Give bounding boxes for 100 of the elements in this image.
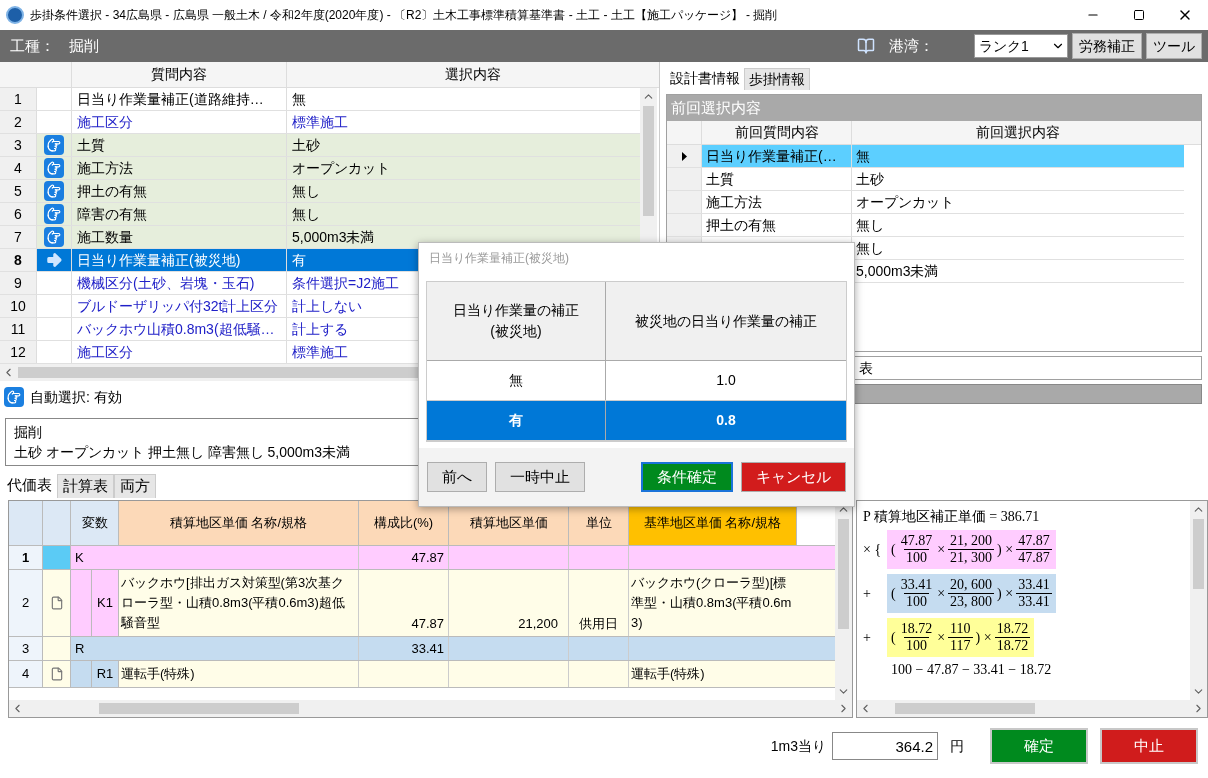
answer-cell-text: 5,000m3未満	[292, 227, 375, 247]
app-logo-icon	[6, 6, 24, 24]
dialog-button[interactable]: 前へ	[427, 462, 487, 492]
maximize-icon	[1133, 9, 1145, 21]
row-number: 12	[0, 341, 37, 363]
summary-detail: 土砂 オープンカット 押土無し 障害無し 5,000m3未満	[14, 443, 352, 462]
horizontal-scrollbar[interactable]	[9, 700, 852, 717]
row-number: 2	[0, 111, 37, 133]
denominator: 100	[903, 593, 929, 610]
item-row[interactable]: 4 R1 運転手(特殊) 運転手(特殊)	[9, 661, 835, 688]
tab[interactable]: 計算表	[57, 474, 114, 498]
operator: +	[863, 585, 872, 602]
variable-cell-text: R	[74, 639, 86, 658]
previous-question-cell: 押土の有無	[702, 214, 852, 236]
current-row-arrow-icon	[45, 251, 63, 269]
group-row[interactable]: 3 R 33.41	[9, 637, 835, 661]
dialog-button[interactable]: 一時中止	[495, 462, 585, 492]
panel-title: 前回選択内容	[667, 95, 1201, 121]
tab[interactable]: 歩掛情報	[744, 68, 810, 90]
numerator: 18.72	[899, 621, 934, 637]
scrollbar-thumb[interactable]	[838, 519, 849, 629]
denominator: 100	[903, 549, 929, 566]
numerator: 110	[949, 621, 972, 637]
previous-answer-cell-text: 5,000m3未満	[855, 261, 940, 281]
column-header: 質問内容	[72, 62, 287, 87]
question-row[interactable]: 1 日当り作業量補正(道路維持… 無	[0, 88, 640, 111]
column-header: 構成比(%)	[359, 501, 449, 545]
previous-answer-cell-text: 無し	[855, 215, 885, 235]
previous-question-cell: 土質	[702, 168, 852, 190]
formula-tail: 100 − 47.87 − 33.41 − 18.72	[890, 662, 1053, 678]
dialog-option-row[interactable]: 無 1.0	[427, 361, 846, 401]
formula-lead: P 積算地区補正単価 = 386.71	[863, 509, 1041, 525]
scrollbar-thumb[interactable]	[643, 106, 654, 216]
formula-symbol: ×	[937, 585, 946, 602]
vertical-scrollbar[interactable]	[1190, 501, 1207, 700]
previous-question-cell: 施工方法	[702, 191, 852, 213]
dialog-button[interactable]: 条件確定	[641, 462, 733, 492]
work-type-label: 工種：	[10, 35, 55, 56]
previous-row[interactable]: 土質 土砂	[667, 168, 1184, 191]
base-name-cell-text: バックホウ(クローラ型)[標準型・山積0.8m3(平積0.6m3)	[630, 574, 793, 632]
question-row[interactable]: 3 土質 土砂	[0, 134, 640, 157]
tab[interactable]: 両方	[114, 474, 156, 498]
horizontal-scrollbar[interactable]	[857, 700, 1207, 717]
item-row[interactable]: 2 K1 バックホウ[排出ガス対策型(第3次基クローラ型・山積0.8m3(平積0.6m3)超低騒音型 47.87 21,200 供用日 バックホウ(クローラ型)[標準型・山積0.8m3(平積0.6m3)	[9, 570, 835, 637]
scrollbar-thumb[interactable]	[99, 703, 299, 714]
question-cell: 機械区分(土砂、岩塊・玉石)	[72, 272, 287, 294]
row-number: 11	[0, 318, 37, 340]
group-row[interactable]: 1 K 47.87	[9, 546, 835, 570]
denominator: 21, 300	[948, 549, 995, 566]
question-row[interactable]: 6 障害の有無 無し	[0, 203, 640, 226]
option-label: 有	[427, 401, 606, 440]
question-row[interactable]: 4 施工方法 オープンカット	[0, 157, 640, 180]
action-button[interactable]: 確定	[990, 728, 1088, 764]
formula-symbol: ×	[937, 629, 946, 646]
document-icon	[49, 666, 64, 682]
row-number: 5	[0, 180, 37, 202]
scrollbar-thumb[interactable]	[1193, 519, 1204, 589]
ratio-cell: 33.41	[359, 637, 449, 660]
book-icon[interactable]	[857, 37, 875, 55]
dialog-option-row[interactable]: 有 0.8	[427, 401, 846, 441]
formula-symbol: (	[891, 541, 896, 558]
question-cell: 施工数量	[72, 226, 287, 248]
dialog-column-header: 日当り作業量の補正(被災地)	[427, 282, 606, 360]
action-button[interactable]: 中止	[1100, 728, 1198, 764]
answer-cell-text: 条件選択=J2施工	[292, 273, 399, 293]
operator: × {	[863, 541, 883, 558]
harbor-select[interactable]: ランク1	[974, 34, 1068, 58]
answer-cell-text: 無	[292, 89, 306, 109]
column-header: 選択内容	[444, 65, 502, 84]
option-label: 無	[427, 361, 606, 400]
variable-cell: K1	[91, 570, 119, 636]
dialog-button[interactable]: キャンセル	[741, 462, 846, 492]
row-number: 3	[0, 134, 37, 156]
auto-select-status: 自動選択: 有効	[30, 387, 122, 407]
name-cell: 運転手(特殊)	[119, 661, 359, 687]
toolbar-button[interactable]: ツール	[1146, 33, 1202, 59]
answer-cell-text: 土砂	[292, 135, 320, 155]
question-row[interactable]: 5 押土の有無 無し	[0, 180, 640, 203]
pointing-hand-icon	[4, 387, 24, 407]
group-strip	[71, 570, 91, 636]
answer-cell-text: 有	[292, 250, 306, 270]
answer-cell-text: 計上する	[292, 319, 348, 339]
question-row[interactable]: 2 施工区分 標準施工	[0, 111, 640, 134]
formula-symbol: ) ×	[997, 541, 1014, 558]
option-value: 0.8	[715, 411, 737, 430]
row-number: 10	[0, 295, 37, 317]
unit-price-field[interactable]: 364.2	[832, 732, 938, 760]
harbor-label: 港湾：	[889, 35, 934, 56]
previous-row[interactable]: 押土の有無 無し	[667, 214, 1184, 237]
formula-symbol: ) ×	[975, 629, 992, 646]
question-cell: 日当り作業量補正(道路維持…	[72, 88, 287, 110]
numerator: 33.41	[1017, 577, 1051, 593]
previous-row[interactable]: 施工方法 オープンカット	[667, 191, 1184, 214]
variable-cell: R1	[91, 661, 119, 687]
answer-cell-text: 標準施工	[292, 342, 348, 362]
previous-row[interactable]: 日当り作業量補正(… 無	[667, 145, 1184, 168]
document-icon	[49, 595, 64, 611]
scrollbar-thumb[interactable]	[895, 703, 1035, 714]
toolbar-button[interactable]: 労務補正	[1072, 33, 1142, 59]
pointing-hand-icon	[44, 227, 64, 247]
